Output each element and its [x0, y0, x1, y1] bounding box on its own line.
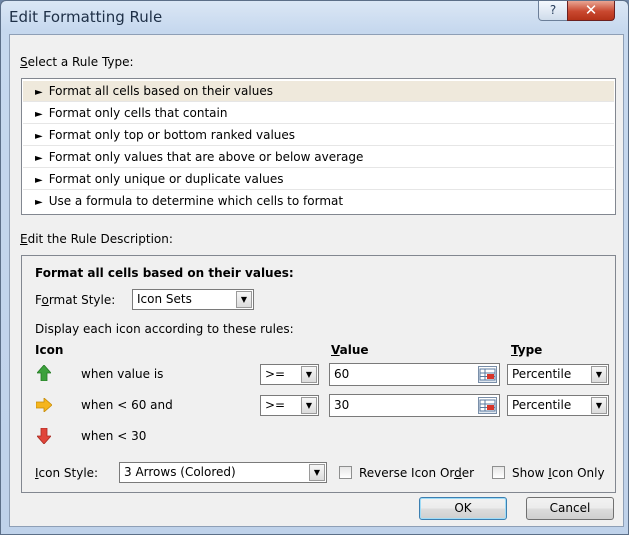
icon-style-label: Icon Style:: [35, 466, 99, 480]
rule-type-item-unique-duplicate[interactable]: ► Format only unique or duplicate values: [23, 169, 614, 190]
operator-dropdown-2[interactable]: >= ▼: [260, 395, 319, 416]
operator-dropdown-1[interactable]: >= ▼: [260, 364, 319, 385]
edit-formatting-rule-dialog: Edit Formatting Rule ? ✕ Select a Rule T…: [0, 0, 629, 535]
rule-type-heading: Select a Rule Type:: [20, 55, 134, 69]
ok-button[interactable]: OK: [419, 497, 507, 520]
chevron-down-icon: ▼: [301, 366, 317, 383]
chevron-down-icon: ▼: [591, 366, 607, 383]
show-icon-only-checkbox[interactable]: [492, 466, 505, 479]
cell-reference-button[interactable]: [478, 397, 497, 414]
dialog-body: Select a Rule Type: ► Format all cells ba…: [9, 34, 624, 527]
rule-type-item-all-cells[interactable]: ► Format all cells based on their values: [23, 81, 614, 102]
chevron-down-icon: ▼: [591, 397, 607, 414]
rule-type-item-top-bottom[interactable]: ► Format only top or bottom ranked values: [23, 125, 614, 146]
rule-description-panel: Format all cells based on their values: …: [21, 255, 616, 493]
rule-description-subheading: Format all cells based on their values:: [35, 266, 294, 280]
cell-reference-button[interactable]: [478, 366, 497, 383]
value-input-1[interactable]: 60: [329, 363, 500, 386]
icon-style-dropdown[interactable]: 3 Arrows (Colored) ▼: [119, 462, 327, 483]
icon-column-header: Icon: [35, 343, 64, 357]
chevron-down-icon: ▼: [301, 397, 317, 414]
arrow-down-red-icon[interactable]: [36, 427, 52, 447]
help-button[interactable]: ?: [538, 1, 568, 21]
arrow-right-yellow-icon[interactable]: [35, 397, 53, 415]
rule-type-item-cells-contain[interactable]: ► Format only cells that contain: [23, 103, 614, 124]
cancel-button[interactable]: Cancel: [526, 497, 614, 520]
dialog-title: Edit Formatting Rule: [9, 8, 163, 26]
type-column-header: Type: [511, 343, 543, 357]
rule-description-heading: Edit the Rule Description:: [20, 232, 173, 246]
rule-type-list[interactable]: ► Format all cells based on their values …: [21, 78, 616, 215]
chevron-down-icon: ▼: [309, 464, 325, 481]
close-button[interactable]: ✕: [567, 1, 615, 21]
condition-text-3: when < 30: [81, 429, 147, 443]
condition-text-2: when < 60 and: [81, 398, 173, 412]
arrow-up-green-icon[interactable]: [36, 364, 52, 384]
rule-type-item-formula[interactable]: ► Use a formula to determine which cells …: [23, 191, 614, 212]
type-dropdown-1[interactable]: Percentile ▼: [507, 364, 609, 385]
format-style-dropdown[interactable]: Icon Sets ▼: [132, 289, 254, 310]
type-dropdown-2[interactable]: Percentile ▼: [507, 395, 609, 416]
format-style-label: Format Style:: [35, 293, 116, 307]
chevron-down-icon: ▼: [236, 291, 252, 308]
reverse-icon-order-checkbox[interactable]: [339, 466, 352, 479]
value-input-2[interactable]: 30: [329, 394, 500, 417]
condition-text-1: when value is: [81, 367, 164, 381]
show-icon-only-label: Show Icon Only: [512, 466, 605, 480]
display-rules-text: Display each icon according to these rul…: [35, 322, 294, 336]
rule-type-item-above-below-average[interactable]: ► Format only values that are above or be…: [23, 147, 614, 168]
value-column-header: Value: [331, 343, 369, 357]
reverse-icon-order-label: Reverse Icon Order: [359, 466, 475, 480]
